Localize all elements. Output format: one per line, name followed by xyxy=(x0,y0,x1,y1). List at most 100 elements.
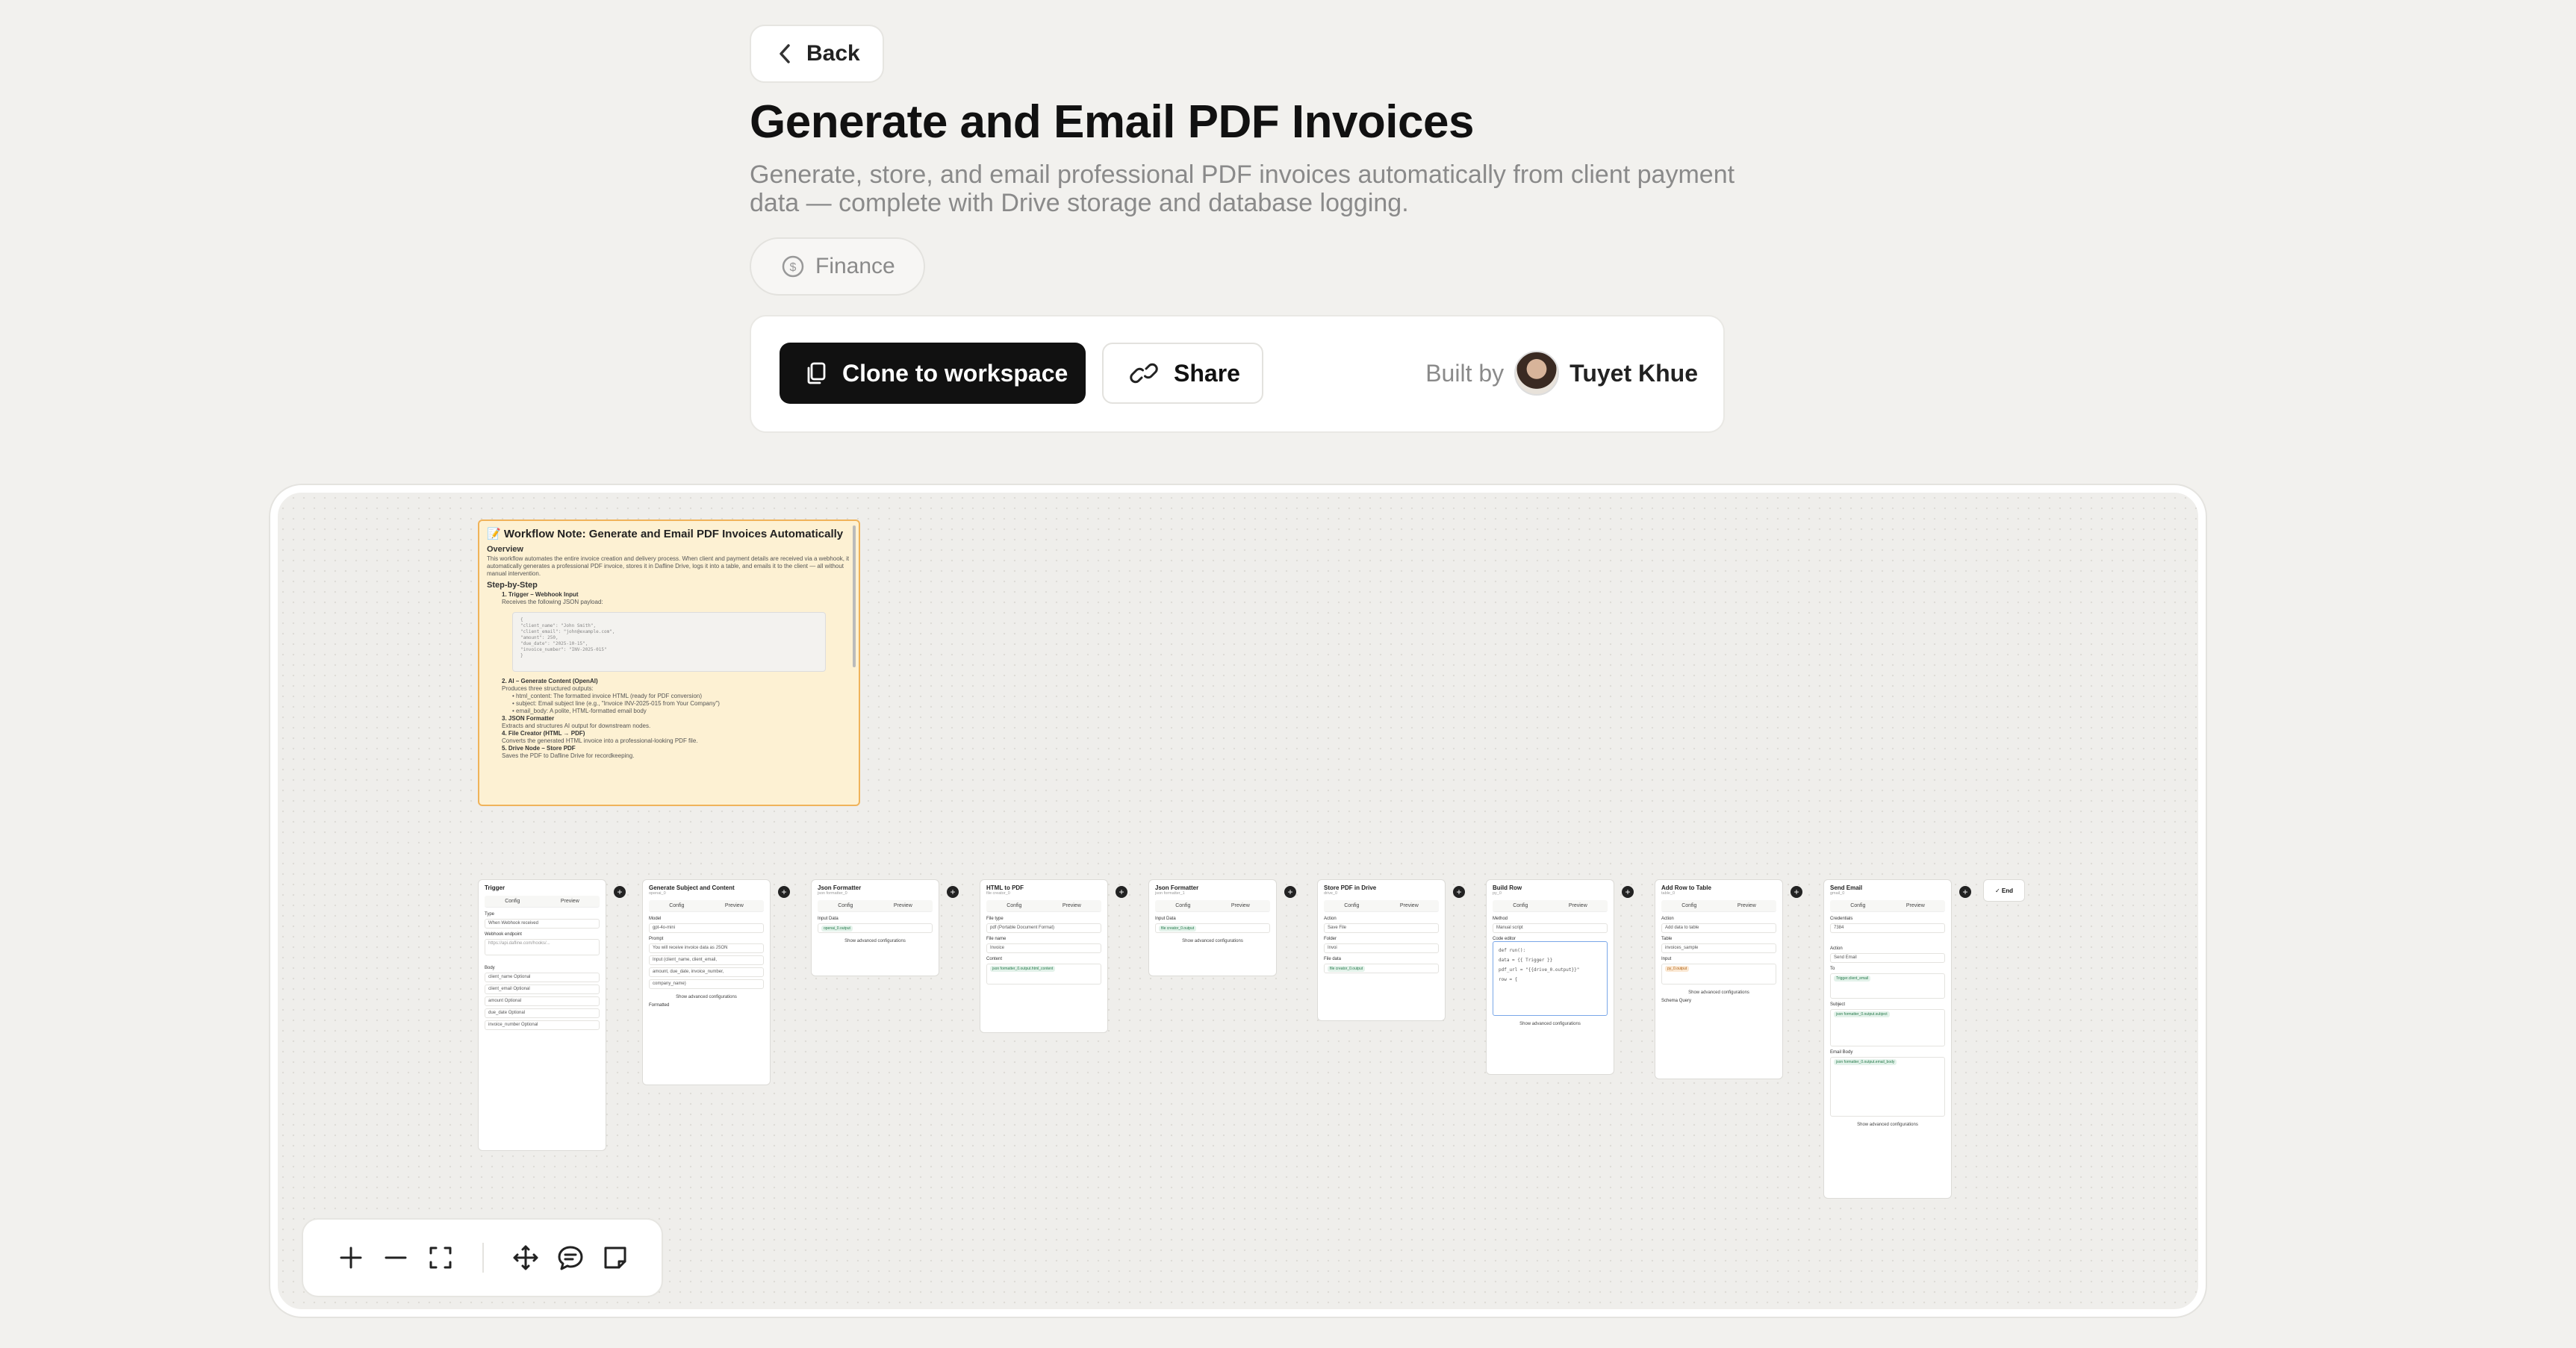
node-generate-content[interactable]: Generate Subject and Content openai_0 Co… xyxy=(642,879,771,1085)
end-node[interactable]: ✓ End xyxy=(1983,879,2025,902)
body-field-row[interactable]: invoice_number Optional xyxy=(485,1020,600,1030)
to-field[interactable]: Trigger.client_email xyxy=(1830,973,1945,999)
tab-preview[interactable]: Preview xyxy=(1737,903,1756,908)
webhook-endpoint-field[interactable]: https://api.dafline.com/hooks/... xyxy=(485,939,600,955)
body-field-row[interactable]: client_email Optional xyxy=(485,985,600,994)
tab-config[interactable]: Config xyxy=(1681,903,1696,908)
pan-button[interactable] xyxy=(503,1235,548,1280)
workflow-canvas[interactable]: 📝 Workflow Note: Generate and Email PDF … xyxy=(270,485,2206,1317)
comment-button[interactable] xyxy=(548,1235,593,1280)
tab-preview[interactable]: Preview xyxy=(1231,903,1250,908)
built-by: Built by Tuyet Khue xyxy=(1425,346,1698,400)
node-add-row-table[interactable]: Add Row to Table table_0 Config Preview A… xyxy=(1655,879,1783,1079)
tab-config[interactable]: Config xyxy=(1850,903,1865,908)
add-node-button[interactable]: + xyxy=(1622,886,1634,898)
add-node-button[interactable]: + xyxy=(1116,886,1127,898)
node-title: Add Row to Table xyxy=(1661,884,1711,891)
prompt-field[interactable]: amount, due_date, invoice_number, xyxy=(649,967,764,977)
show-advanced-toggle[interactable]: Show advanced configurations xyxy=(818,939,933,943)
add-node-button[interactable]: + xyxy=(778,886,790,898)
tab-config[interactable]: Config xyxy=(1344,903,1359,908)
body-field-row[interactable]: client_name Optional xyxy=(485,973,600,982)
prompt-field[interactable]: company_name) xyxy=(649,979,764,989)
zoom-in-button[interactable] xyxy=(329,1235,373,1280)
table-select[interactable]: invoices_sample xyxy=(1661,943,1776,953)
tab-preview[interactable]: Preview xyxy=(1063,903,1081,908)
workflow-note[interactable]: 📝 Workflow Note: Generate and Email PDF … xyxy=(478,519,860,806)
email-body-field[interactable]: json formatter_0.output.email_body xyxy=(1830,1057,1945,1117)
show-advanced-toggle[interactable]: Show advanced configurations xyxy=(1155,939,1270,943)
action-select[interactable]: Send Email xyxy=(1830,953,1945,963)
credentials-select[interactable]: 7384 xyxy=(1830,923,1945,933)
category-tag[interactable]: $ Finance xyxy=(750,237,925,296)
file-type-select[interactable]: pdf (Portable Document Format) xyxy=(986,923,1101,933)
author-name[interactable]: Tuyet Khue xyxy=(1569,360,1698,387)
add-node-button[interactable]: + xyxy=(1791,886,1802,898)
node-title: Send Email xyxy=(1830,884,1863,891)
tab-preview[interactable]: Preview xyxy=(894,903,912,908)
type-select[interactable]: When Webhook received xyxy=(485,919,600,929)
action-select[interactable]: Save File xyxy=(1324,923,1439,933)
field-label: Credentials xyxy=(1830,917,1853,921)
tab-preview[interactable]: Preview xyxy=(1400,903,1419,908)
node-tabs: Config Preview xyxy=(986,900,1101,912)
note-bullet: • subject: Email subject line (e.g., "In… xyxy=(512,700,720,707)
node-send-email[interactable]: Send Email gmail_0 Config Preview Credent… xyxy=(1823,879,1952,1199)
node-trigger[interactable]: Trigger Config Preview Type When Webhook … xyxy=(478,879,606,1151)
toolbar-divider xyxy=(482,1243,484,1273)
add-node-button[interactable]: + xyxy=(1959,886,1971,898)
add-node-button[interactable]: + xyxy=(1453,886,1465,898)
body-field-row[interactable]: due_date Optional xyxy=(485,1008,600,1018)
model-select[interactable]: gpt-4o-mini xyxy=(649,923,764,933)
node-html-to-pdf[interactable]: HTML to PDF file creator_0 Config Preview… xyxy=(980,879,1108,1033)
tab-preview[interactable]: Preview xyxy=(1569,903,1587,908)
schema-query-tabs[interactable]: Schema Query xyxy=(1661,999,1776,1003)
prompt-field[interactable]: Input (client_name, client_email, xyxy=(649,955,764,965)
clone-to-workspace-button[interactable]: Clone to workspace xyxy=(780,343,1086,404)
action-panel: Clone to workspace Share Built by Tuyet … xyxy=(750,315,1725,433)
file-data-field[interactable]: file creator_0.output xyxy=(1324,964,1439,973)
note-scrollbar[interactable] xyxy=(853,525,856,667)
node-subtitle: table_0 xyxy=(1661,891,1676,896)
action-select[interactable]: Add data to table xyxy=(1661,923,1776,933)
avatar[interactable] xyxy=(1514,351,1560,396)
node-json-formatter[interactable]: Json Formatter json formatter_0 Config Pr… xyxy=(811,879,939,976)
add-node-button[interactable]: + xyxy=(947,886,959,898)
folder-select[interactable]: Invoi xyxy=(1324,943,1439,953)
content-field[interactable]: json formatter_0.output.html_content xyxy=(986,964,1101,985)
input-field[interactable]: py_0.output xyxy=(1661,964,1776,985)
tab-preview[interactable]: Preview xyxy=(1906,903,1925,908)
tab-preview[interactable]: Preview xyxy=(725,903,744,908)
add-node-button[interactable]: + xyxy=(1284,886,1296,898)
node-json-formatter-2[interactable]: Json Formatter json formatter_1 Config Pr… xyxy=(1148,879,1277,976)
back-button[interactable]: Back xyxy=(750,25,884,83)
code-editor[interactable]: def run(): data = {{ Trigger }} pdf_url … xyxy=(1493,941,1608,1016)
input-data-field[interactable]: file creator_0.output xyxy=(1155,923,1270,933)
subject-field[interactable]: json formatter_0.output.subject xyxy=(1830,1009,1945,1046)
method-select[interactable]: Manual script xyxy=(1493,923,1608,933)
show-advanced-toggle[interactable]: Show advanced configurations xyxy=(1661,990,1776,995)
tab-config[interactable]: Config xyxy=(1007,903,1021,908)
tab-config[interactable]: Config xyxy=(838,903,853,908)
tab-config[interactable]: Config xyxy=(1175,903,1190,908)
node-store-pdf-drive[interactable]: Store PDF in Drive drive_0 Config Preview… xyxy=(1317,879,1446,1021)
tab-config[interactable]: Config xyxy=(505,899,520,904)
file-name-input[interactable]: Invoice xyxy=(986,943,1101,953)
input-data-field[interactable]: openai_0.output xyxy=(818,923,933,933)
add-node-button[interactable]: + xyxy=(614,886,626,898)
tab-config[interactable]: Config xyxy=(669,903,684,908)
clone-label: Clone to workspace xyxy=(842,359,1068,387)
show-advanced-toggle[interactable]: Show advanced configurations xyxy=(1830,1123,1945,1127)
tab-preview[interactable]: Preview xyxy=(561,899,579,904)
tab-config[interactable]: Config xyxy=(1513,903,1528,908)
show-advanced-toggle[interactable]: Show advanced configurations xyxy=(649,995,764,999)
note-steps-heading: Step-by-Step xyxy=(487,581,538,590)
add-note-button[interactable] xyxy=(593,1235,638,1280)
fit-view-button[interactable] xyxy=(418,1235,463,1280)
prompt-field[interactable]: You will receive invoice data as JSON xyxy=(649,943,764,953)
body-field-row[interactable]: amount Optional xyxy=(485,996,600,1006)
show-advanced-toggle[interactable]: Show advanced configurations xyxy=(1493,1022,1608,1026)
share-button[interactable]: Share xyxy=(1102,343,1263,404)
zoom-out-button[interactable] xyxy=(373,1235,418,1280)
node-build-row[interactable]: Build Row py_0 Config Preview Method Manu… xyxy=(1486,879,1614,1075)
